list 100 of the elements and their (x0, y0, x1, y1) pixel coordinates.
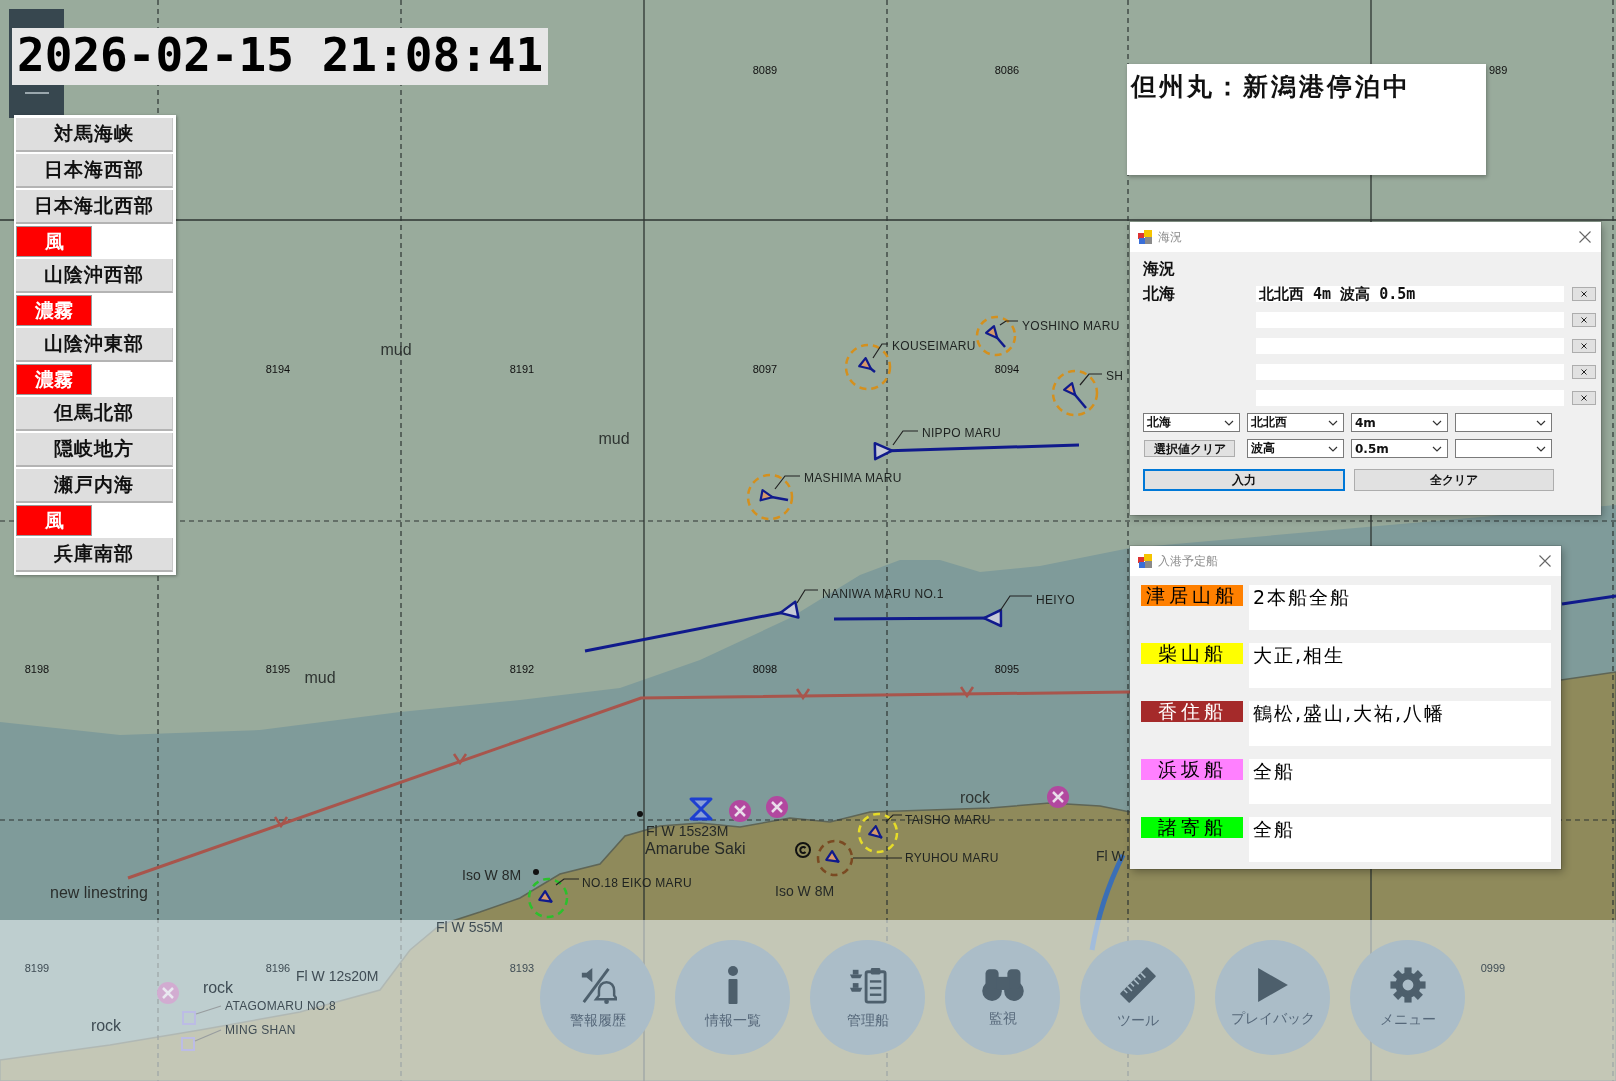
warning-tag: 風 (16, 505, 92, 536)
grid-number: 8089 (752, 64, 778, 76)
x-icon (1581, 317, 1587, 323)
leader-line (999, 320, 1019, 326)
remove-button[interactable] (1572, 391, 1596, 405)
light-label: Fl W 5s5M (436, 919, 503, 935)
leader-line (852, 857, 903, 859)
hourglass-icon (689, 797, 713, 821)
area-button[interactable]: 日本海北西部 (16, 190, 173, 224)
leader-line (892, 430, 919, 446)
leader-line (194, 1029, 222, 1042)
remove-button[interactable] (1572, 287, 1596, 301)
area-button[interactable]: 山陰沖東部 (16, 328, 173, 362)
dropdown[interactable] (1455, 439, 1552, 458)
remove-button[interactable] (1572, 339, 1596, 353)
area-button[interactable]: 瀬戸内海 (16, 469, 173, 503)
grid-number: 8095 (994, 663, 1020, 675)
text-field[interactable]: 北北西 4m 波高 0.5m (1256, 286, 1564, 302)
light-label: Fl W 12s20M (296, 968, 379, 984)
app-icon (1138, 230, 1152, 244)
vessel-label: RYUHOU MARU (905, 851, 999, 865)
dropdown[interactable]: 0.5m (1351, 439, 1448, 458)
light-label: Fl W (1096, 848, 1125, 864)
clock-display: 2026-02-15 21:08:41 (12, 28, 549, 85)
vessel-label: MASHIMA MARU (804, 471, 902, 485)
play-icon (1257, 967, 1288, 1002)
chevron-down-icon (1328, 419, 1338, 426)
area-button[interactable]: 但馬北部 (16, 397, 173, 431)
binoculars-icon (980, 967, 1025, 1002)
warning-tag: 濃霧 (16, 364, 92, 395)
vessel-label: NANIWA MARU NO.1 (822, 587, 944, 601)
grid-number: 8196 (265, 962, 291, 974)
leader-line (796, 589, 819, 604)
ship-list-field[interactable]: 2本船全船 (1249, 585, 1551, 630)
section-heading: 海況 (1143, 259, 1176, 279)
chevron-down-icon (1328, 445, 1338, 452)
dialog-title: 入港予定船 (1158, 552, 1218, 570)
port-tag: 津居山船 (1141, 585, 1243, 606)
ship-list-field[interactable]: 鶴松,盛山,大祐,八幡 (1249, 701, 1551, 746)
warning-tag: 濃霧 (16, 295, 92, 326)
port-tag: 諸寄船 (1141, 817, 1243, 838)
leader-line (555, 878, 580, 886)
ship-symbol-icon (868, 825, 883, 839)
course-line (1561, 594, 1616, 606)
vessel-label: SH (1106, 369, 1124, 383)
dialog-button[interactable]: 入力 (1143, 469, 1345, 491)
leader-line (1079, 373, 1103, 386)
light-label: Fl W 15s23M (646, 823, 729, 839)
grid-number: 8198 (24, 663, 50, 675)
ship-list-field[interactable]: 全船 (1249, 759, 1551, 804)
seabed-label: mud (598, 430, 630, 447)
ship-list-field[interactable]: 全船 (1249, 817, 1551, 862)
circled-c-icon (795, 842, 811, 858)
x-circle-icon (157, 982, 179, 1004)
clipboard-list-icon (848, 965, 887, 1004)
grid-number: 8191 (509, 363, 535, 375)
clear-selection-button[interactable]: 選択値クリア (1144, 440, 1235, 457)
dropdown[interactable]: 北海 (1143, 413, 1240, 432)
remove-button[interactable] (1572, 365, 1596, 379)
x-circle-icon (729, 800, 751, 822)
vessel-label: YOSHINO MARU (1022, 319, 1120, 333)
dropdown[interactable]: 4m (1351, 413, 1448, 432)
vessel-label: KOUSEIMARU (892, 339, 976, 353)
grid-number: 8195 (265, 663, 291, 675)
app-icon (1138, 554, 1152, 568)
grid-number: 8097 (752, 363, 778, 375)
area-button[interactable]: 山陰沖西部 (16, 259, 173, 293)
vessel-label: MING SHAN (225, 1023, 296, 1037)
square-marker-icon (182, 1011, 196, 1025)
ship-symbol-icon (1063, 382, 1087, 409)
area-button[interactable]: 日本海西部 (16, 154, 173, 188)
chevron-down-icon (1432, 445, 1442, 452)
settings-icon (1389, 966, 1426, 1003)
area-button[interactable]: 対馬海峡 (16, 118, 173, 152)
area-button[interactable]: 隠岐地方 (16, 433, 173, 467)
seabed-label: mud (304, 669, 336, 686)
status-text: 但州丸：新潟港停泊中 (1131, 72, 1411, 101)
info-icon (726, 965, 739, 1004)
area-button[interactable]: 兵庫南部 (16, 538, 173, 572)
grid-number: 8086 (994, 64, 1020, 76)
seabed-label: mud (380, 341, 412, 358)
vessel-label: TAISHO MARU (905, 813, 991, 827)
grid-number: 8194 (265, 363, 291, 375)
leader-line (872, 343, 889, 359)
port-tag: 浜坂船 (1141, 759, 1243, 780)
dropdown[interactable] (1455, 413, 1552, 432)
grid-number: 8098 (752, 663, 778, 675)
dropdown[interactable]: 北北西 (1247, 413, 1344, 432)
x-circle-icon (1047, 786, 1069, 808)
leader-line (885, 814, 903, 823)
light-dot-icon (533, 869, 539, 875)
ship-list-field[interactable]: 大正,相生 (1249, 643, 1551, 688)
dialog-button[interactable]: 全クリア (1354, 469, 1554, 491)
grid-number: 8199 (24, 962, 50, 974)
close-icon[interactable] (1579, 231, 1591, 243)
close-icon[interactable] (1539, 555, 1551, 567)
chevron-down-icon (1536, 419, 1546, 426)
remove-button[interactable] (1572, 313, 1596, 327)
grid-number: 989 (1489, 64, 1508, 76)
dropdown[interactable]: 波高 (1247, 439, 1344, 458)
